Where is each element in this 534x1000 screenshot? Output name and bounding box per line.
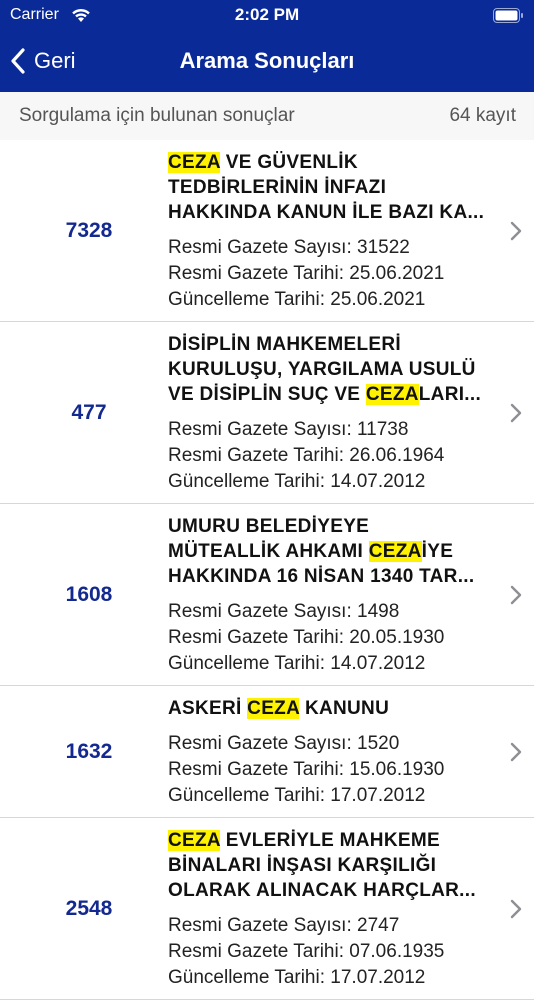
gazette-date: Resmi Gazete Tarihi: 20.05.1930 [168, 627, 445, 648]
gazette-number: Resmi Gazete Sayısı: 1520 [168, 733, 400, 754]
battery-icon [493, 8, 523, 23]
law-title: UMURU BELEDİYEYE MÜTEALLİK AHKAMI CEZAİYE… [168, 514, 506, 589]
gazette-number: Resmi Gazete Sayısı: 1498 [168, 601, 400, 622]
result-content: DİSİPLİN MAHKEMELERİ KURULUŞU, YARGILAMA … [168, 322, 506, 503]
title-text: EVLERİYLE MAHKEME [220, 830, 440, 851]
law-title-line: MÜTEALLİK AHKAMI CEZAİYE [168, 539, 506, 564]
result-content: CEZA VE GÜVENLİK TEDBİRLERİNİN İNFAZI HAKK… [168, 140, 506, 321]
law-title-line: CEZA EVLERİYLE MAHKEME [168, 828, 506, 853]
law-title: ASKERİ CEZA KANUNU [168, 696, 506, 721]
law-meta: Resmi Gazete Sayısı: 31522 Resmi Gazete T… [168, 235, 506, 313]
law-title: DİSİPLİN MAHKEMELERİ KURULUŞU, YARGILAMA … [168, 332, 506, 407]
update-date: Güncelleme Tarihi: 14.07.2012 [168, 653, 426, 674]
result-content: UMURU BELEDİYEYE MÜTEALLİK AHKAMI CEZAİYE… [168, 504, 506, 685]
result-content: CEZA EVLERİYLE MAHKEME BİNALARI İNŞASI KA… [168, 818, 506, 999]
title-text: VE GÜVENLİK [220, 152, 358, 173]
law-meta: Resmi Gazete Sayısı: 1498 Resmi Gazete Ta… [168, 599, 506, 677]
title-text: HAKKINDA KANUN İLE BAZI KA... [168, 202, 485, 223]
search-highlight: CEZA [247, 698, 300, 719]
gazette-number: Resmi Gazete Sayısı: 2747 [168, 915, 400, 936]
title-text: VE DİSİPLİN SUÇ VE [168, 384, 366, 405]
title-text: KURULUŞU, YARGILAMA USULÜ [168, 359, 476, 380]
gazette-number: Resmi Gazete Sayısı: 11738 [168, 419, 409, 440]
title-text: BİNALARI İNŞASI KARŞILIĞI [168, 855, 437, 876]
update-date: Güncelleme Tarihi: 17.07.2012 [168, 967, 426, 988]
search-highlight: CEZA [368, 541, 422, 562]
law-title-line: KURULUŞU, YARGILAMA USULÜ [168, 357, 506, 382]
title-text: DİSİPLİN MAHKEMELERİ [168, 334, 401, 355]
law-title-line: BİNALARI İNŞASI KARŞILIĞI [168, 853, 506, 878]
law-meta: Resmi Gazete Sayısı: 11738 Resmi Gazete T… [168, 417, 506, 495]
title-text: İYE [421, 541, 454, 562]
chevron-right-icon [510, 742, 522, 761]
law-title: CEZA EVLERİYLE MAHKEME BİNALARI İNŞASI KA… [168, 828, 506, 903]
summary-label: Sorgulama için bulunan sonuçlar [19, 105, 295, 126]
result-row[interactable]: 1632 ASKERİ CEZA KANUNU Resmi Gazete Sayıs… [0, 686, 534, 818]
status-bar: Carrier 2:02 PM [0, 0, 534, 30]
law-title: CEZA VE GÜVENLİK TEDBİRLERİNİN İNFAZI HAKK… [168, 150, 506, 225]
law-number: 1632 [65, 739, 113, 763]
back-label: Geri [34, 48, 76, 73]
law-meta: Resmi Gazete Sayısı: 2747 Resmi Gazete Ta… [168, 913, 506, 991]
title-text: HAKKINDA 16 NİSAN 1340 TAR... [168, 566, 475, 587]
update-date: Güncelleme Tarihi: 25.06.2021 [168, 289, 426, 310]
law-title-line: TEDBİRLERİNİN İNFAZI [168, 175, 506, 200]
gazette-date: Resmi Gazete Tarihi: 25.06.2021 [168, 263, 445, 284]
result-content: ASKERİ CEZA KANUNU Resmi Gazete Sayısı: 1… [168, 686, 506, 817]
chevron-right-icon [510, 899, 522, 918]
chevron-right-icon [510, 403, 522, 422]
title-text: TEDBİRLERİNİN İNFAZI [168, 177, 387, 198]
update-date: Güncelleme Tarihi: 14.07.2012 [168, 471, 426, 492]
law-number: 1608 [65, 582, 113, 606]
results-list: 7328 CEZA VE GÜVENLİK TEDBİRLERİNİN İNFAZI… [0, 140, 534, 1000]
search-highlight: CEZA [168, 830, 221, 851]
result-row[interactable]: 7328 CEZA VE GÜVENLİK TEDBİRLERİNİN İNFAZI… [0, 140, 534, 322]
search-highlight: CEZA [365, 384, 419, 405]
law-title-line: ASKERİ CEZA KANUNU [168, 696, 506, 721]
chevron-right-icon [510, 585, 522, 604]
title-text: KANUNU [299, 698, 390, 719]
law-title-line: UMURU BELEDİYEYE [168, 514, 506, 539]
law-number: 7328 [65, 218, 113, 242]
title-text: LARI... [418, 384, 482, 405]
navigation-bar: Arama Sonuçları Geri [0, 30, 534, 92]
result-row[interactable]: 2548 CEZA EVLERİYLE MAHKEME BİNALARI İNŞAS… [0, 818, 534, 1000]
law-title-line: CEZA VE GÜVENLİK [168, 150, 506, 175]
title-text: UMURU BELEDİYEYE [168, 516, 370, 537]
law-title-line: DİSİPLİN MAHKEMELERİ [168, 332, 506, 357]
title-text: ASKERİ [168, 698, 248, 719]
law-number: 477 [71, 400, 107, 424]
gazette-date: Resmi Gazete Tarihi: 26.06.1964 [168, 445, 445, 466]
law-meta: Resmi Gazete Sayısı: 1520 Resmi Gazete Ta… [168, 731, 506, 809]
law-title-line: HAKKINDA KANUN İLE BAZI KA... [168, 200, 506, 225]
result-row[interactable]: 477 DİSİPLİN MAHKEMELERİ KURULUŞU, YARGILA… [0, 322, 534, 504]
results-summary: Sorgulama için bulunan sonuçlar 64 kayıt [0, 92, 534, 140]
law-number: 2548 [65, 896, 113, 920]
chevron-left-icon [11, 48, 25, 74]
chevron-right-icon [510, 221, 522, 240]
gazette-number: Resmi Gazete Sayısı: 31522 [168, 237, 410, 258]
update-date: Güncelleme Tarihi: 17.07.2012 [168, 785, 426, 806]
back-button[interactable]: Geri [8, 30, 76, 92]
law-title-line: HAKKINDA 16 NİSAN 1340 TAR... [168, 564, 506, 589]
law-title-line: OLARAK ALINACAK HARÇLAR... [168, 878, 506, 903]
result-count: 64 kayıt [449, 105, 516, 126]
result-row[interactable]: 1608 UMURU BELEDİYEYE MÜTEALLİK AHKAMI CEZ… [0, 504, 534, 686]
gazette-date: Resmi Gazete Tarihi: 07.06.1935 [168, 941, 445, 962]
search-highlight: CEZA [168, 152, 221, 173]
gazette-date: Resmi Gazete Tarihi: 15.06.1930 [168, 759, 445, 780]
page-title: Arama Sonuçları [179, 48, 355, 73]
title-text: OLARAK ALINACAK HARÇLAR... [168, 880, 476, 901]
clock: 2:02 PM [234, 5, 300, 24]
law-title-line: VE DİSİPLİN SUÇ VE CEZALARI... [168, 382, 506, 407]
title-text: MÜTEALLİK AHKAMI [168, 541, 369, 562]
